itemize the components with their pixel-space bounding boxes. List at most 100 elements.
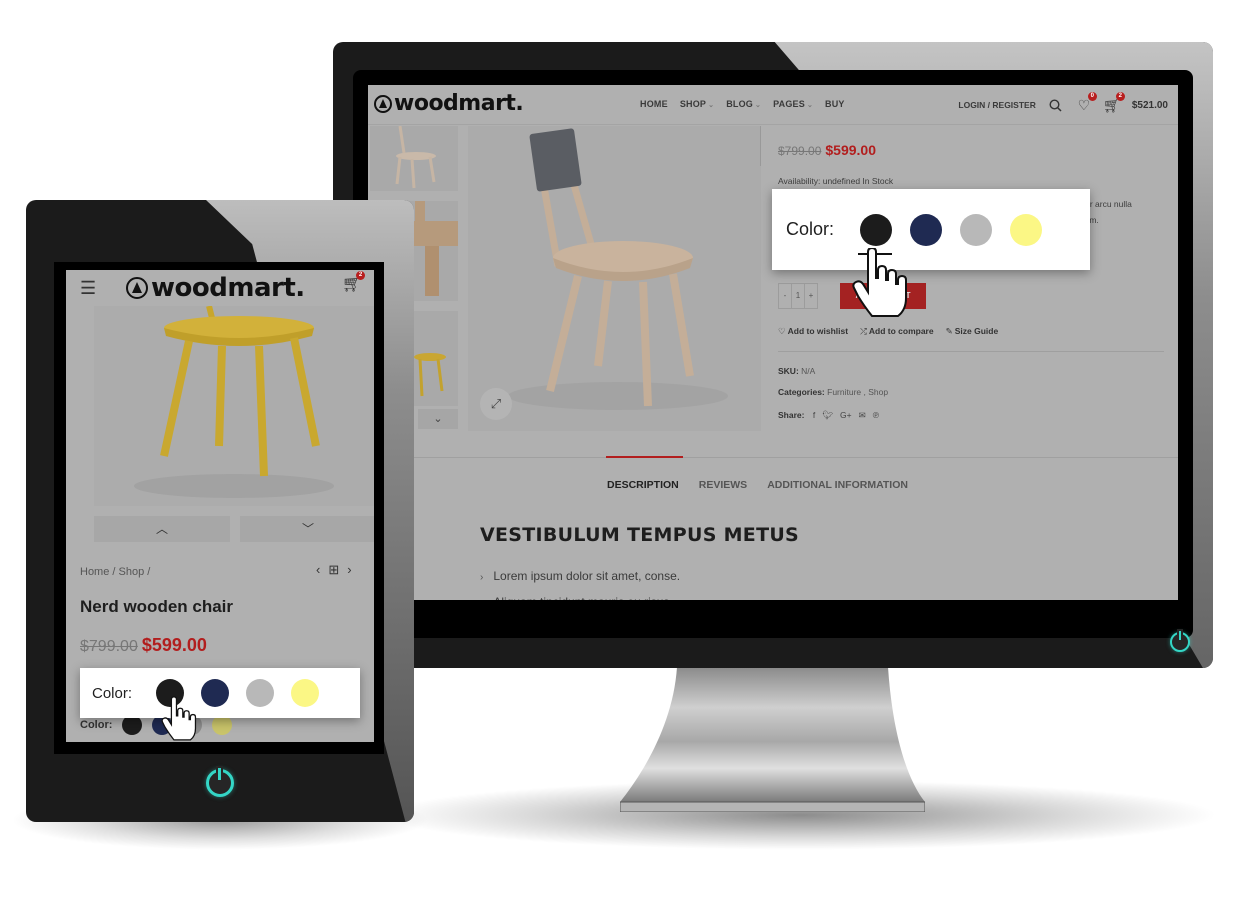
list-item: › Aliquam tincidunt mauris eu risus. bbox=[480, 590, 680, 600]
header-actions: LOGIN / REGISTER ♡ 0 🛒︎ 2 $521.00 bbox=[958, 92, 1168, 113]
divider bbox=[368, 457, 1178, 458]
hamburger-menu-icon[interactable]: ☰ bbox=[80, 278, 96, 299]
share-label: Share: bbox=[778, 410, 805, 420]
chevron-right-icon: › bbox=[480, 598, 483, 600]
nav-pages[interactable]: PAGES ⌄ bbox=[773, 99, 813, 109]
price-old: $799.00 bbox=[778, 144, 822, 158]
facebook-icon[interactable]: f bbox=[813, 410, 815, 421]
yellow-chair-image bbox=[134, 305, 334, 498]
price-new: $599.00 bbox=[141, 635, 207, 655]
sku-row: SKU: N/A bbox=[778, 366, 815, 376]
product-tabs: DESCRIPTION REVIEWS ADDITIONAL INFORMATI… bbox=[607, 479, 908, 491]
nav-buy[interactable]: BUY bbox=[825, 99, 845, 109]
login-register-link[interactable]: LOGIN / REGISTER bbox=[958, 100, 1035, 110]
gallery-next-button[interactable]: ﹀ bbox=[240, 516, 374, 542]
categories-row: Categories: Furniture , Shop bbox=[778, 387, 888, 397]
quantity-decrease-button[interactable]: - bbox=[779, 284, 791, 308]
chevron-down-icon: ⌄ bbox=[806, 102, 814, 109]
tablet-bezel: ☰ woodmart. 🛒︎ 2 ︿ ﹀ Home / Shop / ‹ ⊞ ›… bbox=[26, 200, 414, 822]
shuffle-icon: ⤮ bbox=[860, 326, 867, 336]
quantity-input[interactable]: 1 bbox=[791, 284, 805, 308]
quantity-stepper: - 1 + bbox=[778, 283, 818, 309]
tablet-power-icon bbox=[206, 768, 234, 797]
nav-shop[interactable]: SHOP ⌄ bbox=[680, 99, 714, 109]
thumbnails-next-button[interactable]: ⌄ bbox=[418, 409, 458, 429]
swatch-gray[interactable] bbox=[960, 213, 993, 246]
product-actions: ♡ Add to wishlist ⤮ Add to compare ✎ Size G… bbox=[778, 326, 998, 337]
grid-icon[interactable]: ⊞ bbox=[328, 562, 339, 578]
chair-thumbnail-image bbox=[395, 126, 436, 189]
cart-button[interactable]: 🛒︎ 2 bbox=[1103, 92, 1125, 113]
description-heading: VESTIBULUM TEMPUS METUS bbox=[480, 524, 800, 546]
cart-count-badge: 2 bbox=[1115, 92, 1125, 101]
desktop-screen: woodmart. HOME SHOP ⌄ BLOG ⌄ PAGES ⌄ BUY LO… bbox=[368, 85, 1178, 600]
mobile-header: ☰ woodmart. 🛒︎ 2 bbox=[66, 270, 374, 306]
email-icon[interactable]: ✉ bbox=[859, 410, 866, 421]
color-label: Color: bbox=[92, 684, 133, 702]
search-icon[interactable] bbox=[1048, 97, 1064, 113]
add-to-compare-link[interactable]: ⤮ Add to compare bbox=[860, 326, 934, 337]
gallery-prev-button[interactable]: ︿ bbox=[94, 516, 230, 542]
site-logo[interactable]: woodmart. bbox=[374, 91, 524, 116]
product-price: $799.00 $599.00 bbox=[778, 142, 876, 158]
action-label: Size Guide bbox=[954, 326, 999, 336]
add-to-wishlist-link[interactable]: ♡ Add to wishlist bbox=[778, 326, 848, 337]
nav-label: HOME bbox=[640, 99, 668, 109]
swatch-black[interactable] bbox=[860, 213, 893, 246]
cart-count-badge: 2 bbox=[356, 271, 365, 280]
product-navigation: ‹ ⊞ › bbox=[316, 562, 352, 578]
categories-links[interactable]: Furniture , Shop bbox=[827, 387, 888, 397]
product-price: $799.00 $599.00 bbox=[80, 635, 207, 656]
categories-label: Categories: bbox=[778, 387, 825, 397]
chevron-left-icon[interactable]: ‹ bbox=[316, 562, 320, 578]
swatch-navy[interactable] bbox=[910, 213, 943, 246]
nav-label: BUY bbox=[825, 99, 845, 109]
desktop-header: woodmart. HOME SHOP ⌄ BLOG ⌄ PAGES ⌄ BUY LO… bbox=[368, 85, 1178, 125]
cart-total[interactable]: $521.00 bbox=[1132, 100, 1168, 111]
cart-button[interactable]: 🛒︎ 2 bbox=[342, 271, 365, 293]
product-main-image[interactable] bbox=[94, 305, 374, 506]
breadcrumb[interactable]: Home / Shop / bbox=[80, 566, 150, 578]
chevron-down-icon: ﹀ bbox=[301, 522, 314, 536]
tab-description[interactable]: DESCRIPTION bbox=[607, 479, 679, 491]
share-row: Share: f 🐦︎ G+ ✉ ℗ bbox=[778, 410, 879, 421]
hand-pointer-cursor-icon bbox=[852, 248, 907, 317]
google-plus-icon[interactable]: G+ bbox=[840, 410, 852, 421]
quantity-increase-button[interactable]: + bbox=[805, 284, 817, 308]
tree-logo-icon bbox=[126, 277, 148, 299]
underlying-color-row: Color: bbox=[80, 715, 233, 735]
swatch-black[interactable] bbox=[122, 715, 143, 735]
swatch-yellow[interactable] bbox=[1010, 213, 1043, 246]
availability-text: Availability: undefined In Stock bbox=[778, 176, 894, 186]
swatch-gray[interactable] bbox=[246, 679, 275, 707]
wishlist-button[interactable]: ♡ 0 bbox=[1076, 92, 1097, 113]
color-label: Color: bbox=[786, 219, 835, 239]
wooden-chair-image bbox=[508, 128, 728, 410]
heart-icon: ♡ bbox=[778, 326, 786, 336]
product-main-image[interactable]: ⤢ bbox=[468, 126, 761, 431]
thumbnail-item[interactable] bbox=[370, 126, 458, 191]
tree-logo-icon bbox=[374, 94, 392, 113]
swatch-yellow[interactable] bbox=[291, 679, 320, 707]
chevron-right-icon[interactable]: › bbox=[347, 562, 351, 578]
nav-label: PAGES bbox=[773, 99, 805, 109]
action-label: Add to wishlist bbox=[787, 326, 849, 336]
tab-reviews[interactable]: REVIEWS bbox=[699, 479, 747, 491]
description-list: › Lorem ipsum dolor sit amet, conse. › Ali… bbox=[480, 564, 680, 600]
active-tab-indicator bbox=[606, 456, 683, 458]
twitter-icon[interactable]: 🐦︎ bbox=[822, 410, 833, 421]
site-logo[interactable]: woodmart. bbox=[126, 273, 305, 303]
nav-home[interactable]: HOME bbox=[640, 99, 668, 109]
price-new: $599.00 bbox=[825, 142, 876, 158]
swatch-yellow[interactable] bbox=[212, 715, 233, 735]
main-nav: HOME SHOP ⌄ BLOG ⌄ PAGES ⌄ BUY bbox=[640, 99, 845, 109]
list-item: › Lorem ipsum dolor sit amet, conse. bbox=[480, 564, 680, 590]
pinterest-icon[interactable]: ℗ bbox=[873, 410, 879, 421]
chevron-down-icon: ⌄ bbox=[708, 102, 715, 109]
nav-blog[interactable]: BLOG ⌄ bbox=[726, 99, 761, 109]
tab-additional-information[interactable]: ADDITIONAL INFORMATION bbox=[767, 479, 908, 491]
sku-label: SKU: bbox=[778, 366, 799, 376]
swatch-navy[interactable] bbox=[201, 679, 230, 707]
size-guide-link[interactable]: ✎ Size Guide bbox=[946, 326, 999, 337]
fullscreen-zoom-button[interactable]: ⤢ bbox=[480, 388, 512, 420]
